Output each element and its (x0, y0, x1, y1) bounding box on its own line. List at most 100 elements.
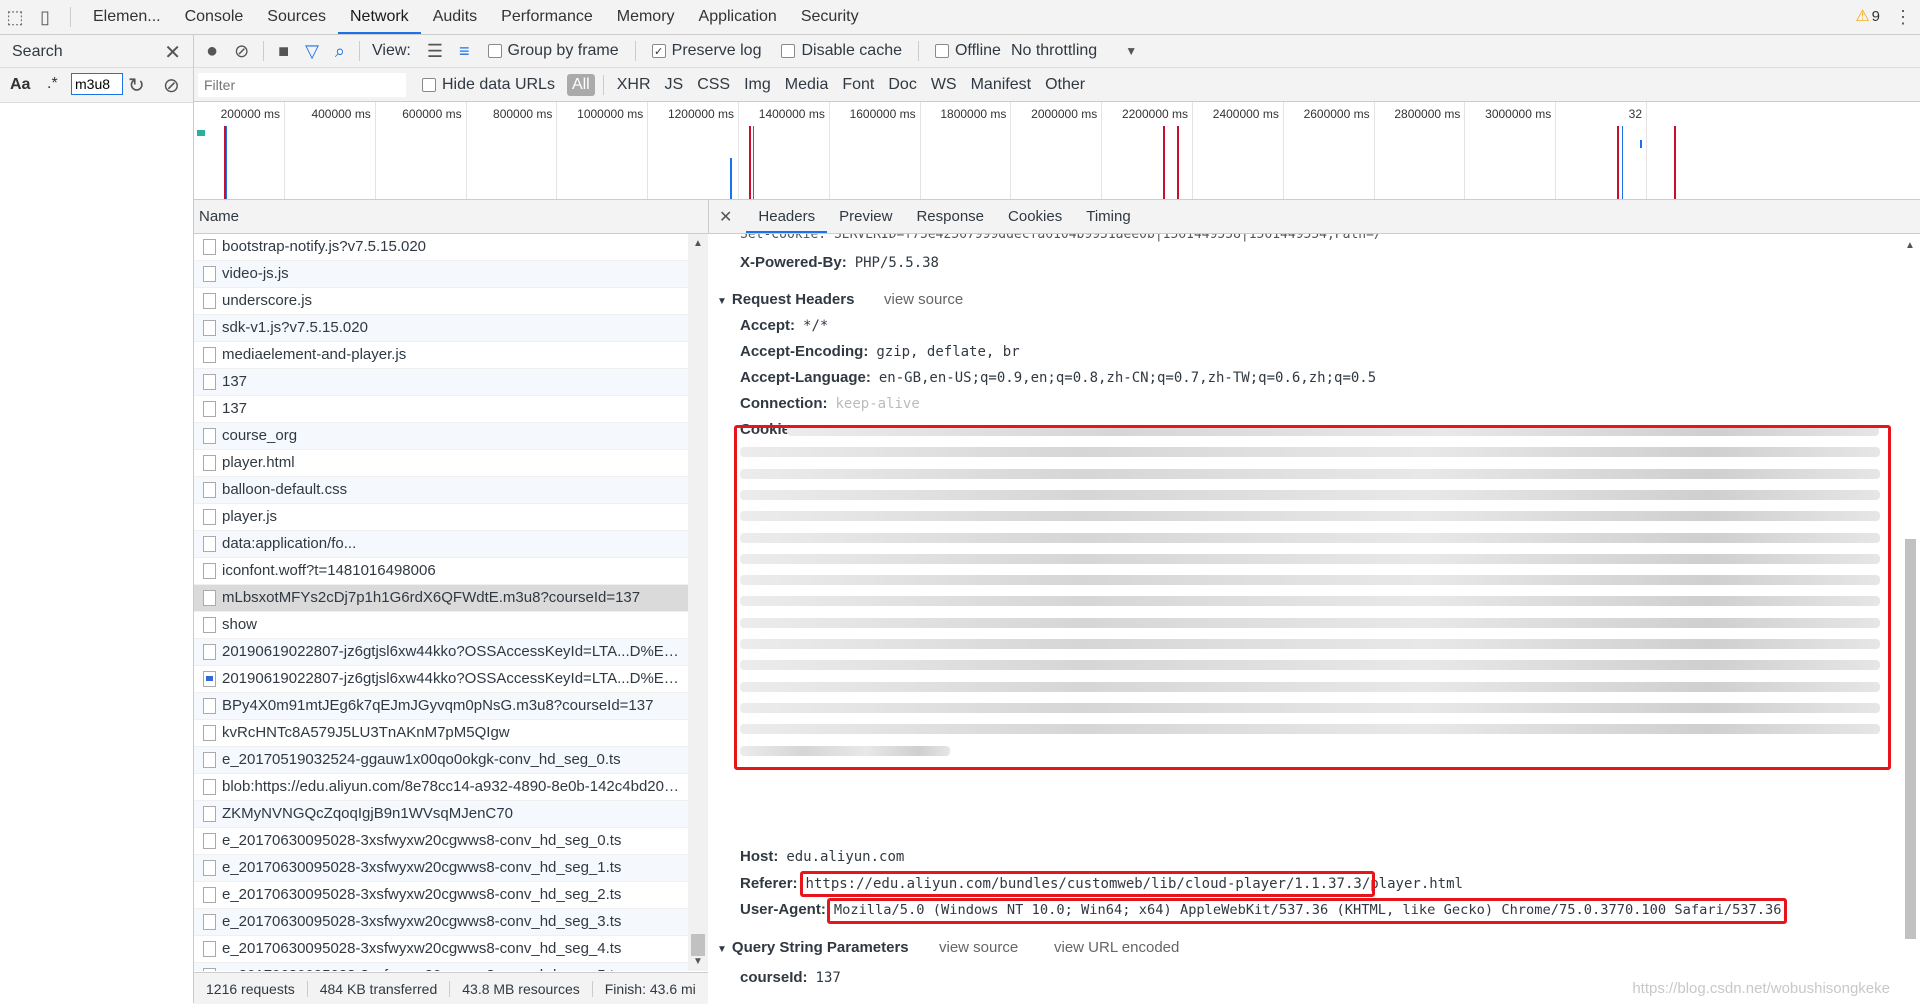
request-row[interactable]: show (194, 612, 688, 639)
search-icon[interactable]: ⌕ (335, 41, 345, 62)
devtools-tabbar: ⬚ ▯ Elemen... Console Sources Network Au… (0, 0, 1920, 35)
request-row[interactable]: 137 (194, 369, 688, 396)
type-filter-ws[interactable]: WS (926, 76, 962, 94)
request-row[interactable]: blob:https://edu.aliyun.com/8e78cc14-a93… (194, 774, 688, 801)
tab-response[interactable]: Response (904, 200, 996, 233)
filter-icon[interactable]: ▽ (305, 41, 319, 62)
timeline-bar (1622, 126, 1623, 199)
timeline-overview[interactable]: 200000 ms 400000 ms 600000 ms 800000 ms 1000… (194, 102, 1920, 200)
request-row[interactable]: underscore.js (194, 288, 688, 315)
request-row[interactable]: player.js (194, 504, 688, 531)
tab-headers[interactable]: Headers (746, 200, 828, 233)
type-filter-all[interactable]: All (566, 73, 595, 96)
request-row[interactable]: 137 (194, 396, 688, 423)
filter-input[interactable] (198, 72, 406, 97)
request-row[interactable]: e_20170630095028-3xsfwyxw20cgwws8-conv_h… (194, 936, 688, 963)
type-filter-media[interactable]: Media (780, 76, 834, 94)
disable-cache-checkbox[interactable]: Disable cache (781, 42, 902, 60)
request-name: show (222, 616, 258, 633)
type-filter-xhr[interactable]: XHR (612, 76, 656, 94)
tab-performance[interactable]: Performance (489, 0, 605, 34)
preserve-log-checkbox[interactable]: ✓ Preserve log (651, 42, 761, 60)
request-row[interactable]: video-js.js (194, 261, 688, 288)
type-filter-other[interactable]: Other (1040, 76, 1090, 94)
request-row[interactable]: ZKMyNVNGQcZqoqIgjB9n1WVsqMJenC70 (194, 801, 688, 828)
scroll-down-icon[interactable]: ▼ (693, 956, 703, 967)
type-filter-img[interactable]: Img (739, 76, 776, 94)
request-row[interactable]: balloon-default.css (194, 477, 688, 504)
group-by-frame-checkbox[interactable]: Group by frame (487, 42, 619, 60)
search-input[interactable] (71, 73, 123, 95)
refresh-search-icon[interactable]: ↻ (128, 73, 145, 98)
match-case-button[interactable]: Aa (10, 76, 30, 94)
tab-security[interactable]: Security (789, 0, 871, 34)
type-filter-js[interactable]: JS (660, 76, 689, 94)
scroll-up-icon[interactable]: ▲ (1905, 240, 1915, 251)
request-row[interactable]: mediaelement-and-player.js (194, 342, 688, 369)
request-headers-section[interactable]: ▼ Request Headers (717, 291, 854, 308)
tab-sources[interactable]: Sources (255, 0, 338, 34)
details-scrollbar[interactable]: ▲ (1901, 234, 1920, 1003)
timeline-bar (226, 126, 227, 199)
offline-checkbox[interactable]: Offline (934, 42, 1001, 60)
tab-timing[interactable]: Timing (1074, 200, 1142, 233)
regex-button[interactable]: .* (47, 75, 58, 93)
type-filter-manifest[interactable]: Manifest (966, 76, 1036, 94)
tab-cookies[interactable]: Cookies (996, 200, 1074, 233)
waterfall-overview-icon[interactable]: ≡ (459, 41, 470, 62)
query-string-section[interactable]: ▼ Query String Parameters (717, 939, 909, 956)
throttling-dropdown-icon[interactable]: ▼ (1125, 44, 1137, 58)
tab-console[interactable]: Console (173, 0, 256, 34)
request-row[interactable]: 20190619022807-jz6gtjsl6xw44kko?OSSAcces… (194, 666, 688, 693)
view-source-link[interactable]: view source (939, 939, 1018, 956)
scrollbar-thumb[interactable] (691, 934, 705, 956)
request-row[interactable]: e_20170630095028-3xsfwyxw20cgwws8-conv_h… (194, 828, 688, 855)
type-filter-css[interactable]: CSS (692, 76, 735, 94)
timeline-bar (1177, 126, 1179, 199)
request-row[interactable]: course_org (194, 423, 688, 450)
request-row[interactable]: BPy4X0m91mtJEg6k7qEJmJGyvqm0pNsG.m3u8?co… (194, 693, 688, 720)
request-row[interactable]: e_20170630095028-3xsfwyxw20cgwws8-conv_h… (194, 882, 688, 909)
hide-data-urls-checkbox[interactable]: Hide data URLs (422, 76, 555, 94)
request-row[interactable]: 20190619022807-jz6gtjsl6xw44kko?OSSAcces… (194, 639, 688, 666)
view-url-encoded-link[interactable]: view URL encoded (1054, 939, 1179, 956)
warning-counter[interactable]: ⚠ 9 (1855, 0, 1880, 34)
timeline-tick-label: 200000 ms (220, 107, 280, 121)
tab-network[interactable]: Network (338, 0, 421, 34)
request-row[interactable]: e_20170519032524-ggauw1x00qo0okgk-conv_h… (194, 747, 688, 774)
scroll-up-icon[interactable]: ▲ (693, 238, 703, 249)
tab-application[interactable]: Application (687, 0, 789, 34)
type-filter-doc[interactable]: Doc (883, 76, 921, 94)
request-row[interactable]: e_20170630095028-3xsfwyxw20cgwws8-conv_h… (194, 963, 688, 971)
inspect-element-icon[interactable]: ⬚ (0, 0, 30, 34)
tab-memory[interactable]: Memory (605, 0, 687, 34)
request-row[interactable]: mLbsxotMFYs2cDj7p1h1G6rdX6QFWdtE.m3u8?co… (194, 585, 688, 612)
view-source-link[interactable]: view source (884, 291, 963, 308)
tab-preview[interactable]: Preview (827, 200, 904, 233)
request-list-scrollbar[interactable]: ▲ ▼ (688, 234, 708, 971)
warning-icon: ⚠ (1855, 8, 1870, 25)
request-row[interactable]: sdk-v1.js?v7.5.15.020 (194, 315, 688, 342)
tab-audits[interactable]: Audits (421, 0, 489, 34)
request-row[interactable]: e_20170630095028-3xsfwyxw20cgwws8-conv_h… (194, 909, 688, 936)
name-column-header[interactable]: Name (194, 200, 709, 234)
request-row[interactable]: data:application/fo... (194, 531, 688, 558)
clear-log-icon[interactable]: ⊘ (234, 41, 249, 62)
record-icon[interactable]: ● (206, 40, 218, 63)
type-filter-font[interactable]: Font (837, 76, 879, 94)
request-row[interactable]: player.html (194, 450, 688, 477)
screenshot-camera-icon[interactable]: ■ (278, 41, 289, 62)
request-row[interactable]: kvRcHNTc8A579J5LU3TnAKnM7pM5QIgw (194, 720, 688, 747)
request-row[interactable]: iconfont.woff?t=1481016498006 (194, 558, 688, 585)
throttling-select[interactable]: No throttling (1011, 42, 1097, 60)
request-row[interactable]: e_20170630095028-3xsfwyxw20cgwws8-conv_h… (194, 855, 688, 882)
large-rows-icon[interactable]: ☰ (427, 41, 443, 62)
close-search-icon[interactable]: ✕ (164, 40, 181, 65)
tab-elements[interactable]: Elemen... (81, 0, 173, 34)
clear-search-icon[interactable]: ⊘ (163, 73, 180, 98)
more-options-icon[interactable]: ⋮ (1894, 0, 1912, 34)
scrollbar-thumb[interactable] (1905, 539, 1916, 939)
device-toolbar-icon[interactable]: ▯ (30, 0, 60, 34)
close-details-icon[interactable]: ✕ (719, 207, 732, 227)
request-row[interactable]: bootstrap-notify.js?v7.5.15.020 (194, 234, 688, 261)
